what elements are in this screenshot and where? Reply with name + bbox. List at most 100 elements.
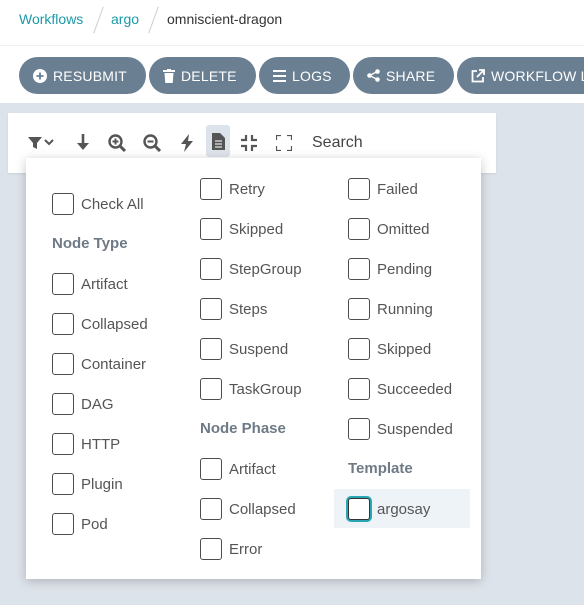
checkbox-box[interactable] [200, 538, 222, 560]
checkbox-box[interactable] [52, 513, 74, 535]
checkbox-label: Skipped [377, 340, 432, 358]
filter-phase-omitted[interactable]: Omitted [348, 217, 430, 241]
checkbox-box[interactable] [348, 258, 370, 280]
checkbox-label: TaskGroup [229, 380, 302, 398]
checkbox-label: Collapsed [229, 500, 296, 518]
logs-button[interactable]: LOGS [259, 57, 350, 94]
filter-node-type-retry[interactable]: Retry [200, 177, 265, 201]
filter-node-type-pod[interactable]: Pod [52, 512, 108, 536]
resubmit-button[interactable]: RESUBMIT [19, 57, 146, 94]
checkbox-label: Pod [81, 515, 108, 533]
filter-node-type-suspend[interactable]: Suspend [200, 337, 288, 361]
filter-phase-skipped[interactable]: Skipped [348, 337, 431, 361]
checkbox-label: StepGroup [229, 260, 302, 278]
checkbox-box[interactable] [52, 313, 74, 335]
checkbox-box[interactable] [200, 378, 222, 400]
zoom-out-icon[interactable] [141, 132, 163, 154]
lightning-icon[interactable] [176, 132, 198, 154]
checkbox-box[interactable] [52, 353, 74, 375]
zoom-in-icon[interactable] [106, 132, 128, 154]
checkbox-box[interactable] [200, 458, 222, 480]
plus-circle-icon [33, 68, 47, 83]
workflow-link-button[interactable]: WORKFLOW L [457, 57, 584, 94]
filter-node-type-dag[interactable]: DAG [52, 392, 114, 416]
checkbox-box[interactable] [348, 178, 370, 200]
checkbox-label: HTTP [81, 435, 121, 453]
filter-node-phase-artifact[interactable]: Artifact [200, 457, 276, 481]
checkbox-label: Suspend [229, 340, 289, 358]
checkbox-label: argosay [377, 500, 431, 518]
resubmit-label: RESUBMIT [53, 67, 127, 84]
logs-label: LOGS [292, 67, 332, 84]
share-button[interactable]: SHARE [353, 57, 454, 94]
checkbox-box[interactable] [52, 393, 74, 415]
template-heading: Template [348, 460, 413, 477]
checkbox-box[interactable] [200, 298, 222, 320]
checkbox-label: Pending [377, 260, 433, 278]
filter-node-type-steps[interactable]: Steps [200, 297, 267, 321]
checkbox-label: Omitted [377, 220, 430, 238]
filter-phase-pending[interactable]: Pending [348, 257, 432, 281]
trash-icon [163, 68, 175, 83]
file-icon[interactable] [206, 125, 230, 157]
checkbox-box[interactable] [52, 273, 74, 295]
filter-node-type-collapsed[interactable]: Collapsed [52, 312, 148, 336]
filter-node-type-artifact[interactable]: Artifact [52, 272, 128, 296]
arrow-down-icon[interactable] [72, 132, 94, 154]
breadcrumb-separator [148, 6, 159, 34]
filter-node-type-taskgroup[interactable]: TaskGroup [200, 377, 302, 401]
delete-button[interactable]: DELETE [149, 57, 256, 94]
checkbox-label: Error [229, 540, 263, 558]
filter-template-argosay[interactable]: argosay [348, 497, 430, 521]
checkbox-box[interactable] [200, 498, 222, 520]
checkbox-box[interactable] [348, 498, 370, 520]
checkbox-box[interactable] [348, 378, 370, 400]
filter-phase-suspended[interactable]: Suspended [348, 417, 453, 441]
breadcrumb-namespace[interactable]: argo [111, 11, 139, 27]
check-all-checkbox[interactable]: Check All [52, 192, 144, 216]
external-link-icon [471, 68, 485, 82]
checkbox-label: DAG [81, 395, 114, 413]
node-phase-heading: Node Phase [200, 420, 286, 437]
checkbox-label: Artifact [229, 460, 276, 478]
checkbox-label: Suspended [377, 420, 453, 438]
filter-node-type-container[interactable]: Container [52, 352, 146, 376]
checkbox-box[interactable] [52, 473, 74, 495]
search-label[interactable]: Search [312, 134, 363, 152]
filter-dropdown-icon[interactable] [28, 132, 58, 154]
collapse-icon[interactable] [238, 132, 260, 154]
filter-phase-failed[interactable]: Failed [348, 177, 418, 201]
checkbox-label: Retry [229, 180, 265, 198]
checkbox-label: Artifact [81, 275, 128, 293]
filter-node-type-plugin[interactable]: Plugin [52, 472, 123, 496]
checkbox-box[interactable] [52, 193, 74, 215]
list-icon [273, 69, 286, 82]
breadcrumb-separator [93, 6, 104, 34]
checkbox-box[interactable] [200, 338, 222, 360]
checkbox-box[interactable] [348, 338, 370, 360]
filter-phase-succeeded[interactable]: Succeeded [348, 377, 452, 401]
filter-node-type-stepgroup[interactable]: StepGroup [200, 257, 302, 281]
share-label: SHARE [386, 67, 436, 84]
checkbox-box[interactable] [200, 258, 222, 280]
filter-node-type-skipped[interactable]: Skipped [200, 217, 283, 241]
checkbox-box[interactable] [52, 433, 74, 455]
action-toolbar: RESUBMIT DELETE LOGS SHARE WORKFLOW L [0, 46, 584, 103]
checkbox-box[interactable] [200, 218, 222, 240]
checkbox-label: Container [81, 355, 147, 373]
filter-phase-running[interactable]: Running [348, 297, 433, 321]
checkbox-label: Succeeded [377, 380, 453, 398]
checkbox-label: Plugin [81, 475, 123, 493]
checkbox-box[interactable] [348, 298, 370, 320]
breadcrumb: Workflows argo omniscient-dragon [0, 0, 584, 46]
filter-node-phase-error[interactable]: Error [200, 537, 262, 561]
checkbox-box[interactable] [200, 178, 222, 200]
checkbox-box[interactable] [348, 218, 370, 240]
breadcrumb-workflows[interactable]: Workflows [19, 11, 83, 27]
filter-node-phase-collapsed[interactable]: Collapsed [200, 497, 296, 521]
checkbox-label: Failed [377, 180, 418, 198]
delete-label: DELETE [181, 67, 237, 84]
checkbox-box[interactable] [348, 418, 370, 440]
expand-icon[interactable] [273, 132, 295, 154]
filter-node-type-http[interactable]: HTTP [52, 432, 120, 456]
